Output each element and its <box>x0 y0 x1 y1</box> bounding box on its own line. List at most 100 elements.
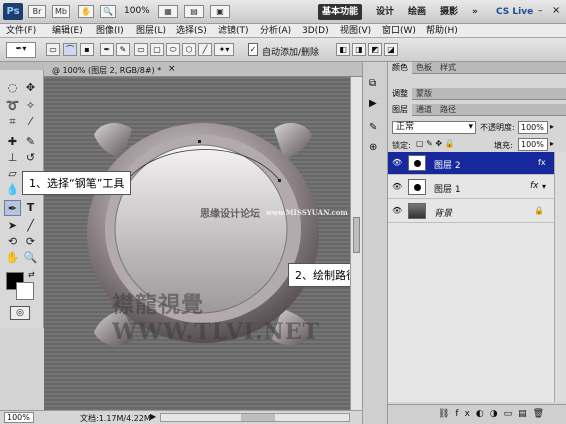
opacity-field[interactable]: 100% <box>518 121 548 134</box>
menu-view[interactable]: 视图(V) <box>340 24 371 38</box>
lasso-tool-icon[interactable]: ➰ <box>4 98 21 114</box>
menu-filter[interactable]: 滤镜(T) <box>218 24 249 38</box>
tab-color[interactable]: 颜色 <box>388 62 412 74</box>
clone-stamp-icon[interactable]: ⊥ <box>4 150 21 166</box>
paths-mode-icon[interactable]: ⌒ <box>63 43 77 56</box>
document-canvas[interactable]: 1、选择“钢笔”工具 2、绘制路径 思缘设计论坛 www.MISSYUAN.co… <box>22 77 364 410</box>
tab-swatches[interactable]: 色板 <box>412 62 436 74</box>
menu-edit[interactable]: 编辑(E) <box>52 24 83 38</box>
healing-brush-icon[interactable]: ✚ <box>4 134 21 150</box>
tab-masks[interactable]: 蒙版 <box>412 88 436 100</box>
workspace-design-button[interactable]: 设计 <box>372 4 398 20</box>
tab-paths[interactable]: 路径 <box>436 104 460 116</box>
custom-shape-icon[interactable]: ✦▾ <box>214 43 234 56</box>
brush-tool-icon[interactable]: ✎ <box>22 134 39 150</box>
tab-layers[interactable]: 图层 <box>388 104 412 116</box>
line-tool-icon[interactable]: ╱ <box>22 218 39 234</box>
tab-channels[interactable]: 通道 <box>412 104 436 116</box>
cs-live-button[interactable]: CS Live <box>492 4 537 20</box>
magic-wand-icon[interactable]: ✧ <box>22 98 39 114</box>
pen-tool-selected-icon[interactable]: ✒ <box>4 200 21 216</box>
close-window-icon[interactable]: × <box>552 5 560 16</box>
visibility-eye-icon[interactable]: 👁 <box>392 206 402 215</box>
move-tool-icon[interactable]: ✥ <box>22 80 39 96</box>
workspace-painting-button[interactable]: 绘画 <box>404 4 430 20</box>
visibility-eye-icon[interactable]: 👁 <box>392 182 402 191</box>
h-scrollbar-thumb[interactable] <box>241 414 275 421</box>
layer-row[interactable]: 👁 图层 2 fx <box>388 152 554 175</box>
expand-effects-icon[interactable]: ▾ <box>542 182 546 191</box>
zoom-tool-icon[interactable]: 🔍 <box>100 5 116 18</box>
line-shape-icon[interactable]: ╱ <box>198 43 212 56</box>
workspace-photography-button[interactable]: 摄影 <box>436 4 462 20</box>
layer-row[interactable]: 👁 背景 🔒 <box>388 200 554 223</box>
layer-name[interactable]: 图层 2 <box>434 158 461 171</box>
shape-layers-icon[interactable]: ▭ <box>46 43 60 56</box>
zoom-tool-icon[interactable]: 🔍 <box>22 250 39 266</box>
status-menu-icon[interactable]: ▶ <box>150 412 156 421</box>
quick-mask-icon[interactable]: ◎ <box>10 306 30 320</box>
scrollbar-thumb[interactable] <box>353 217 360 253</box>
layer-row[interactable]: 👁 图层 1 fx ▾ <box>388 176 554 199</box>
menu-window[interactable]: 窗口(W) <box>382 24 416 38</box>
layer-fx-badge[interactable]: fx <box>530 181 539 191</box>
layer-name[interactable]: 背景 <box>434 206 452 219</box>
path-combine-subtract-icon[interactable]: ◨ <box>352 43 366 56</box>
actions-panel-icon[interactable]: ▶ <box>369 98 377 109</box>
minimize-icon[interactable]: – <box>538 6 543 16</box>
marquee-tool-icon[interactable]: ◌ <box>4 80 21 96</box>
screen-mode-icon[interactable]: ▣ <box>210 5 230 18</box>
blur-tool-icon[interactable]: 💧 <box>4 182 21 198</box>
freeform-pen-icon[interactable]: ✎ <box>116 43 130 56</box>
polygon-shape-icon[interactable]: ⬡ <box>182 43 196 56</box>
menu-layer[interactable]: 图层(L) <box>136 24 166 38</box>
workspace-more-button[interactable]: » <box>468 4 482 20</box>
layers-scrollbar[interactable] <box>554 152 566 402</box>
horizontal-scrollbar[interactable] <box>160 413 350 422</box>
arrange-documents-icon[interactable]: ▤ <box>184 5 204 18</box>
auto-add-delete-checkbox[interactable]: ✓ <box>248 43 258 56</box>
extras-icon[interactable]: ▦ <box>158 5 178 18</box>
menu-select[interactable]: 选择(S) <box>176 24 207 38</box>
menu-analysis[interactable]: 分析(A) <box>260 24 291 38</box>
zoom-level[interactable]: 100% <box>124 6 150 16</box>
rounded-rectangle-icon[interactable]: ▢ <box>150 43 164 56</box>
status-zoom-field[interactable]: 100% <box>4 412 34 423</box>
fill-slider-icon[interactable]: ▸ <box>550 139 554 148</box>
bridge-icon[interactable]: Br <box>28 5 46 18</box>
clone-source-icon[interactable]: ⊕ <box>369 142 377 153</box>
pen-tool-icon[interactable]: ✒ <box>100 43 114 56</box>
background-color-swatch[interactable] <box>16 282 34 300</box>
document-tab-title[interactable]: @ 100% (图层 2, RGB/8#) * <box>52 65 161 76</box>
ellipse-shape-icon[interactable]: ⬭ <box>166 43 180 56</box>
tool-preset-picker[interactable]: ✒▾ <box>6 42 36 58</box>
crop-tool-icon[interactable]: ⌗ <box>4 114 21 130</box>
opacity-slider-icon[interactable]: ▸ <box>550 122 554 131</box>
menu-help[interactable]: 帮助(H) <box>426 24 458 38</box>
fill-field[interactable]: 100% <box>518 138 548 151</box>
menu-3d[interactable]: 3D(D) <box>302 24 329 38</box>
swap-colors-icon[interactable]: ⇄ <box>28 270 35 279</box>
workspace-essentials-button[interactable]: 基本功能 <box>318 4 363 20</box>
eraser-tool-icon[interactable]: ▱ <box>4 166 21 182</box>
tab-styles[interactable]: 样式 <box>436 62 460 74</box>
vertical-scrollbar[interactable] <box>350 77 362 410</box>
layer-fx-icon[interactable]: fx <box>538 158 546 167</box>
rectangle-shape-icon[interactable]: ▭ <box>134 43 148 56</box>
path-selection-icon[interactable]: ➤ <box>4 218 21 234</box>
path-combine-intersect-icon[interactable]: ◩ <box>368 43 382 56</box>
toolbox-header[interactable] <box>0 62 44 70</box>
path-combine-exclude-icon[interactable]: ◪ <box>384 43 398 56</box>
eyedropper-tool-icon[interactable]: ⁄ <box>22 114 39 130</box>
layers-footer-icons[interactable]: ⛓fx◐◑▭▤🗑 <box>388 404 566 424</box>
hand-tool-icon[interactable]: ✋ <box>78 5 94 18</box>
3d-orbit-icon[interactable]: ⟳ <box>22 234 39 250</box>
visibility-eye-icon[interactable]: 👁 <box>392 158 402 167</box>
history-panel-icon[interactable]: ⧉ <box>369 78 376 89</box>
layer-name[interactable]: 图层 1 <box>434 182 461 195</box>
hand-tool-icon[interactable]: ✋ <box>4 250 21 266</box>
brush-panel-icon[interactable]: ✎ <box>369 122 377 133</box>
lock-icons[interactable]: ▢ ✎ ✥ 🔒 <box>416 139 455 148</box>
path-combine-add-icon[interactable]: ◧ <box>336 43 350 56</box>
history-brush-icon[interactable]: ↺ <box>22 150 39 166</box>
